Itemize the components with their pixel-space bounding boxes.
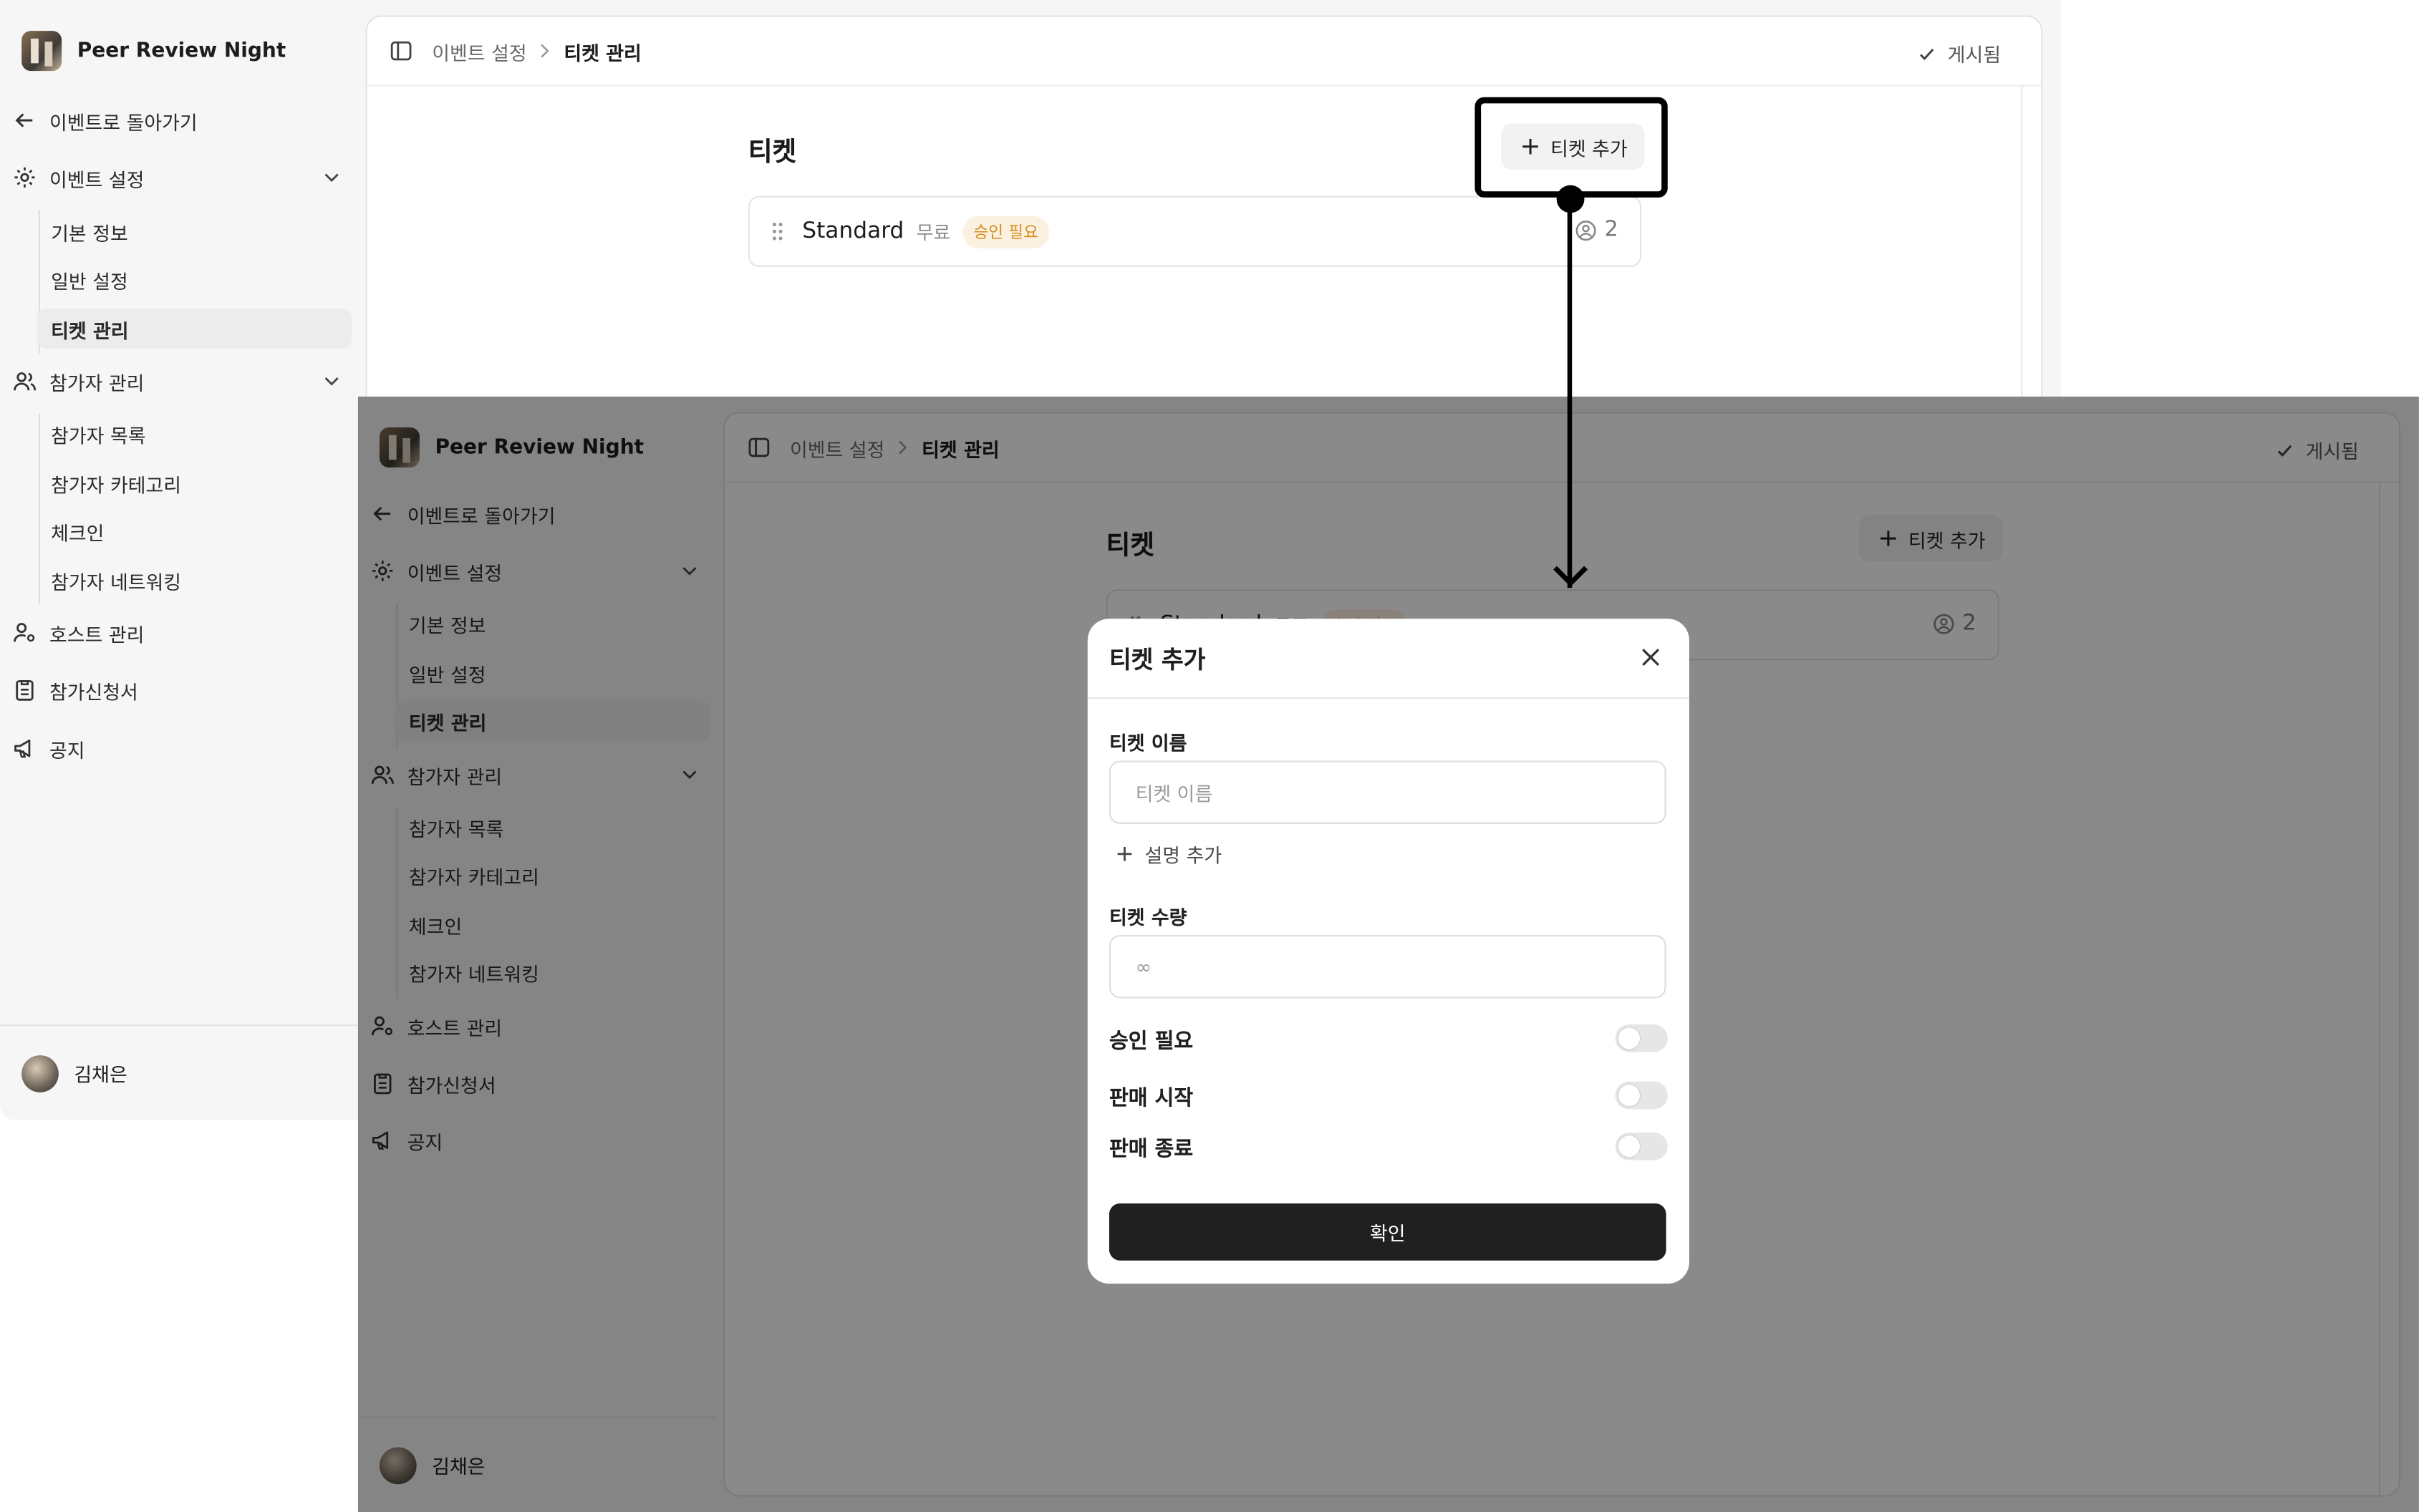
- user-profile[interactable]: 김채은: [0, 1024, 358, 1120]
- breadcrumb-current: 티켓 관리: [564, 41, 642, 64]
- user-name: 김채은: [74, 1062, 127, 1087]
- arrow-left-icon: [15, 113, 33, 127]
- toggle-label: 승인 필요: [1109, 1029, 1194, 1054]
- add-description-button[interactable]: 설명 추가: [1112, 839, 1222, 868]
- sidebar-item-attendee-list[interactable]: 참가자 목록: [37, 414, 352, 454]
- annotation-dot: [1556, 185, 1585, 213]
- sidebar-toggle-icon[interactable]: [389, 39, 413, 63]
- sidebar-item-attendee-category[interactable]: 참가자 카테고리: [37, 463, 352, 503]
- sidebar-item-basic-info[interactable]: 기본 정보: [37, 211, 352, 251]
- clipboard-icon: [16, 680, 34, 701]
- group-label: 참가자 관리: [49, 371, 145, 394]
- sidebar-item-ticket-management[interactable]: 티켓 관리: [37, 309, 352, 349]
- sidebar-item-checkin[interactable]: 체크인: [37, 510, 352, 551]
- event-logo: [21, 31, 62, 72]
- approval-badge: 승인 필요: [962, 215, 1050, 248]
- topbar: 이벤트 설정 티켓 관리: [367, 17, 2042, 87]
- sidebar-item-application-form[interactable]: 참가신청서: [12, 669, 345, 709]
- chevron-down-icon: [324, 377, 339, 386]
- chevron-right-icon: [541, 44, 550, 58]
- count-value: 2: [1604, 217, 1618, 243]
- published-status[interactable]: 게시됨: [1916, 39, 2002, 68]
- sale-start-row: 판매 시작: [1109, 1078, 1668, 1112]
- sale-end-row: 판매 종료: [1109, 1130, 1668, 1163]
- brand[interactable]: Peer Review Night: [21, 31, 286, 72]
- confirm-button[interactable]: 확인: [1109, 1203, 1666, 1261]
- approval-required-toggle[interactable]: [1615, 1024, 1668, 1052]
- chevron-down-icon: [324, 173, 339, 183]
- back-label: 이벤트로 돌아가기: [49, 110, 198, 134]
- sale-start-toggle[interactable]: [1615, 1081, 1668, 1110]
- sidebar-item-hosts[interactable]: 호스트 관리: [12, 613, 345, 653]
- ticket-name-input[interactable]: 티켓 이름: [1109, 760, 1666, 824]
- nav-label: 호스트 관리: [49, 622, 145, 646]
- ticket-name-label: 티켓 이름: [1109, 731, 1187, 755]
- ticket-row[interactable]: Standard 무료 승인 필요 2: [748, 195, 1642, 267]
- ticket-quantity-label: 티켓 수량: [1109, 906, 1187, 929]
- status-label: 게시됨: [1947, 43, 2002, 67]
- add-description-label: 설명 추가: [1144, 843, 1222, 868]
- dialog-title: 티켓 추가: [1087, 619, 1689, 699]
- arrow-down-icon: [1553, 566, 1588, 587]
- gear-icon: [14, 167, 35, 188]
- approval-required-row: 승인 필요: [1109, 1022, 1668, 1055]
- plus-icon: [1117, 846, 1132, 861]
- megaphone-icon: [14, 740, 31, 758]
- ticket-price: 무료: [916, 221, 951, 243]
- toggle-label: 판매 시작: [1109, 1086, 1194, 1111]
- ticket-name: Standard: [802, 219, 904, 244]
- drag-handle-icon[interactable]: [766, 220, 790, 242]
- sidebar-item-networking[interactable]: 참가자 네트워킹: [37, 560, 352, 600]
- group-label: 이벤트 설정: [49, 167, 145, 191]
- sidebar-group-event-settings[interactable]: 이벤트 설정: [12, 158, 345, 198]
- back-to-event-link[interactable]: 이벤트로 돌아가기: [12, 100, 345, 140]
- check-icon: [1921, 47, 1935, 59]
- avatar: [21, 1055, 59, 1092]
- ticket-quantity-input[interactable]: ∞: [1109, 934, 1666, 999]
- event-name: Peer Review Night: [77, 39, 286, 63]
- tickets-title: 티켓: [748, 137, 797, 168]
- nav-label: 참가신청서: [49, 679, 138, 703]
- close-icon[interactable]: [1640, 646, 1661, 668]
- sidebar-group-attendees[interactable]: 참가자 관리: [12, 361, 345, 401]
- sale-end-toggle[interactable]: [1615, 1132, 1668, 1160]
- toggle-label: 판매 종료: [1109, 1137, 1194, 1162]
- annotation-arrow-line: [1567, 197, 1573, 588]
- user-circle-icon: [1575, 220, 1596, 241]
- ticket-count: 2: [1574, 218, 1618, 242]
- breadcrumb-parent[interactable]: 이벤트 설정: [432, 37, 526, 66]
- users-icon: [14, 372, 37, 391]
- nav-label: 공지: [49, 738, 85, 762]
- sidebar-item-announcements[interactable]: 공지: [12, 728, 345, 768]
- highlight-box: [1474, 97, 1668, 198]
- add-ticket-dialog: 티켓 추가 티켓 이름 티켓 이름 설명 추가 티켓 수량 ∞ 승인 필요 판매…: [1087, 619, 1689, 1284]
- user-gear-icon: [14, 623, 35, 642]
- sidebar: Peer Review Night 이벤트로 돌아가기 이벤트 설정 기본 정보…: [0, 0, 358, 1120]
- sidebar-item-general-settings[interactable]: 일반 설정: [37, 259, 352, 299]
